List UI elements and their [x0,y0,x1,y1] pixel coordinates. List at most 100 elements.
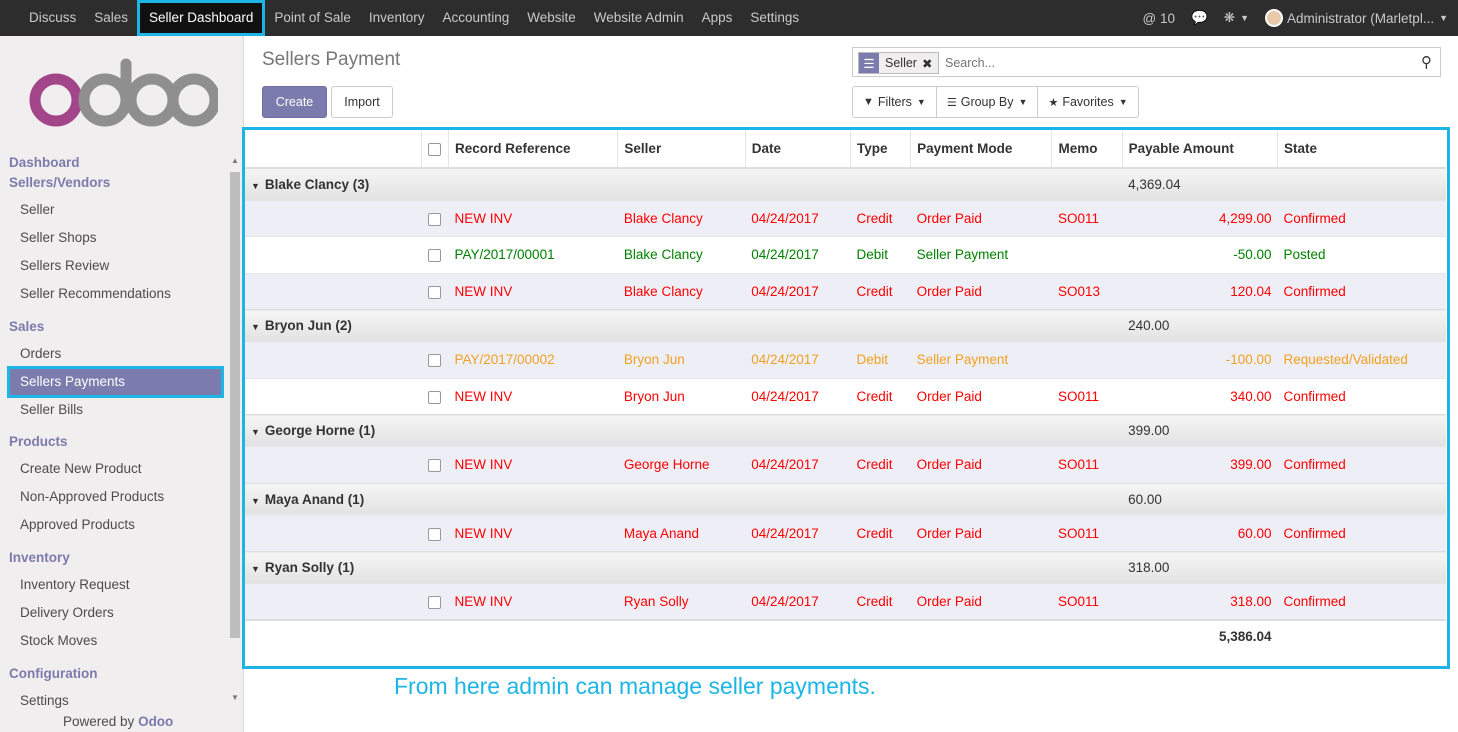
sidebar-item-settings[interactable]: Settings [20,693,69,708]
topmenu-accounting[interactable]: Accounting [433,0,518,36]
topmenu-seller-dashboard[interactable]: Seller Dashboard [137,0,266,36]
cell-payment-mode: Order Paid [910,446,1052,483]
group-total: 318.00 [1122,551,1446,584]
table-row[interactable]: NEW INV Blake Clancy 04/24/2017 Credit Order… [245,199,1446,237]
cell-record-reference: NEW INV [448,514,618,552]
row-checkbox[interactable] [421,446,449,483]
filters-dropdown[interactable]: ▼ Filters ▼ [853,87,937,117]
cell-memo: SO011 [1051,446,1123,483]
search-input[interactable] [945,52,1395,74]
group-label-cell[interactable]: ▼ George Horne (1) [245,414,1123,447]
topmenu-website-admin[interactable]: Website Admin [585,0,693,36]
row-spacer [245,272,422,310]
sidebar-item-seller[interactable]: Seller [20,202,55,217]
sidebar-scrollbar[interactable]: ▲ ▼ [229,154,241,704]
powered-by: Powered by Odoo [63,714,174,729]
chevron-down-icon: ▼ [1439,13,1448,23]
sidebar-item-approved-products[interactable]: Approved Products [20,517,135,532]
topmenu-settings[interactable]: Settings [741,0,808,36]
row-checkbox[interactable] [421,272,449,310]
row-checkbox[interactable] [421,236,449,273]
row-checkbox[interactable] [421,341,449,378]
group-row[interactable]: ▼ Bryon Jun (2) 240.00 [245,309,1446,342]
search-icon[interactable]: ⚲ [1421,53,1432,71]
chat-icon[interactable]: 💬 [1191,10,1208,26]
debug-bug-icon[interactable]: ❋ ▼ [1224,10,1249,26]
odoo-logo[interactable] [28,58,218,128]
row-checkbox[interactable] [421,377,449,415]
sidebar-item-seller-bills[interactable]: Seller Bills [20,402,83,417]
payments-table: Record Reference Seller Date Type Payment Mo… [245,130,1446,652]
scroll-down-icon[interactable]: ▼ [231,693,239,702]
cell-payment-mode: Order Paid [910,377,1052,415]
sidebar-head-sellers-vendors[interactable]: Sellers/Vendors [9,175,110,190]
remove-facet-icon[interactable]: ✖ [922,56,932,71]
column-header-date[interactable]: Date [744,130,851,169]
column-header-memo[interactable]: Memo [1051,130,1123,169]
column-header-record-reference[interactable]: Record Reference [447,130,618,169]
topmenu-inventory[interactable]: Inventory [360,0,434,36]
row-checkbox[interactable] [421,514,449,552]
powered-by-brand[interactable]: Odoo [138,714,173,729]
sidebar-head-dashboard[interactable]: Dashboard [9,155,80,170]
topmenu-apps[interactable]: Apps [693,0,742,36]
column-header-payable-amount[interactable]: Payable Amount [1121,130,1278,169]
group-label-cell[interactable]: ▼ Bryon Jun (2) [245,309,1123,342]
table-row[interactable]: PAY/2017/00001 Blake Clancy 04/24/2017 Debi… [245,236,1446,273]
table-row[interactable]: NEW INV Blake Clancy 04/24/2017 Credit Order… [245,272,1446,310]
table-row[interactable]: NEW INV Ryan Solly 04/24/2017 Credit Order P… [245,583,1446,620]
sidebar-item-seller-shops[interactable]: Seller Shops [20,230,97,245]
cell-memo: SO013 [1051,272,1123,310]
topmenu-sales[interactable]: Sales [85,0,137,36]
import-button[interactable]: Import [331,86,393,118]
sidebar-item-stock-moves[interactable]: Stock Moves [20,633,97,648]
cell-memo: SO011 [1051,583,1123,620]
sidebar-item-orders[interactable]: Orders [20,346,61,361]
cell-payable-amount: 340.00 [1122,377,1278,415]
group-label-cell[interactable]: ▼ Blake Clancy (3) [245,167,1123,200]
sidebar-item-create-new-product[interactable]: Create New Product [20,461,142,476]
table-row[interactable]: NEW INV Maya Anand 04/24/2017 Credit Order P… [245,514,1446,552]
groupby-dropdown[interactable]: ☰ Group By ▼ [937,87,1039,117]
group-row[interactable]: ▼ Blake Clancy (3) 4,369.04 [245,167,1446,200]
user-menu[interactable]: Administrator (Marletpl... ▼ [1265,9,1448,27]
caret-down-icon: ▼ [251,427,260,437]
column-header-payment-mode[interactable]: Payment Mode [910,130,1052,169]
table-row[interactable]: NEW INV Bryon Jun 04/24/2017 Credit Order Pa… [245,377,1446,415]
sidebar-head-configuration[interactable]: Configuration [9,666,97,681]
sidebar-head-products[interactable]: Products [9,434,68,449]
create-button[interactable]: Create [262,86,327,118]
topmenu-point-of-sale[interactable]: Point of Sale [265,0,360,36]
row-spacer [245,199,422,237]
row-checkbox[interactable] [421,583,449,620]
sidebar-head-inventory[interactable]: Inventory [9,550,70,565]
topmenu-discuss[interactable]: Discuss [20,0,85,36]
table-row[interactable]: NEW INV George Horne 04/24/2017 Credit Order… [245,446,1446,483]
scrollbar-thumb[interactable] [230,172,240,638]
group-by-icon: ☰ [859,53,879,73]
row-checkbox[interactable] [421,199,449,237]
column-header-state[interactable]: State [1277,130,1446,169]
favorites-dropdown[interactable]: ★ Favorites ▼ [1038,87,1137,117]
group-row[interactable]: ▼ George Horne (1) 399.00 [245,414,1446,447]
select-all-checkbox[interactable] [420,130,449,169]
group-label-cell[interactable]: ▼ Maya Anand (1) [245,482,1123,515]
scroll-up-icon[interactable]: ▲ [231,156,239,165]
sidebar-item-inventory-request[interactable]: Inventory Request [20,577,130,592]
column-header-seller[interactable]: Seller [617,130,746,169]
topmenu-website[interactable]: Website [518,0,585,36]
sidebar-item-sellers-payments[interactable]: Sellers Payments [7,366,224,398]
column-header-type[interactable]: Type [849,130,911,169]
sidebar-item-delivery-orders[interactable]: Delivery Orders [20,605,114,620]
group-row[interactable]: ▼ Ryan Solly (1) 318.00 [245,551,1446,584]
search-box[interactable]: ☰ Seller ✖ ⚲ [852,47,1441,77]
sidebar-item-seller-recommendations[interactable]: Seller Recommendations [20,286,171,301]
notifications-counter[interactable]: @ 10 [1143,11,1175,26]
group-row[interactable]: ▼ Maya Anand (1) 60.00 [245,482,1446,515]
table-row[interactable]: PAY/2017/00002 Bryon Jun 04/24/2017 Debit Se… [245,341,1446,378]
group-label-cell[interactable]: ▼ Ryan Solly (1) [245,551,1123,584]
sidebar-item-sellers-review[interactable]: Sellers Review [20,258,109,273]
sidebar-head-sales[interactable]: Sales [9,319,44,334]
sidebar-item-non-approved-products[interactable]: Non-Approved Products [20,489,164,504]
search-facet[interactable]: ☰ Seller ✖ [858,52,940,74]
